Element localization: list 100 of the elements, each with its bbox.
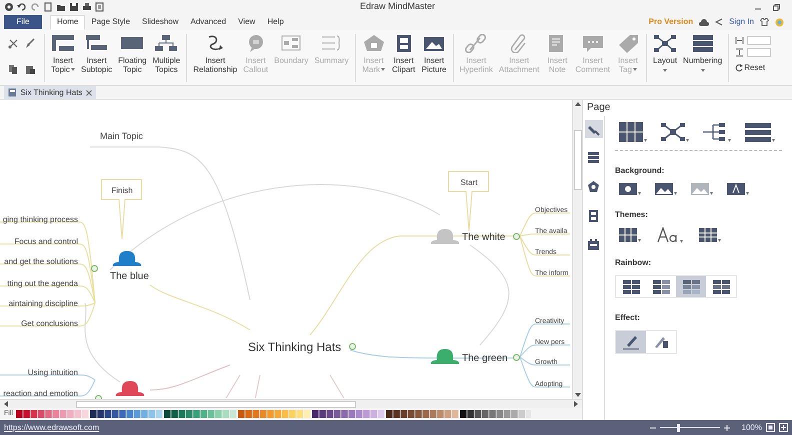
topic-label[interactable]: The white [462,230,506,245]
caret-icon [728,139,731,142]
ribbon-button[interactable]: Insert Picture [420,34,449,74]
badge-icon [587,180,600,194]
style-button[interactable] [619,228,641,242]
caret-icon [680,240,683,243]
topic-label[interactable]: Main Topic [100,130,143,144]
scroll-left-icon[interactable] [4,401,8,407]
caret-icon [746,192,749,195]
panel-title: Page [586,101,612,115]
menu-tab[interactable]: Help [261,14,290,30]
topic-label[interactable]: The blue [110,269,149,284]
caret-icon [644,139,647,142]
horizontal-scrollbar[interactable] [0,399,582,408]
menu-tab[interactable]: Advanced [184,14,232,30]
paste-icon[interactable] [25,64,36,75]
undo-icon[interactable] [17,2,27,12]
share-icon[interactable] [715,18,724,26]
subtopic-label[interactable]: reaction and emotion [3,388,78,399]
side-tab[interactable] [584,120,602,138]
landscape-icon [655,183,673,195]
zoom-slider[interactable] [660,424,720,432]
style-button[interactable] [655,183,677,195]
subtopic-label[interactable]: Get conclusions [21,318,78,330]
style-button[interactable] [703,122,731,142]
topic-label[interactable]: The green [462,351,508,366]
file-button[interactable]: File [4,15,42,29]
caret-icon [718,239,721,242]
scroll-down-icon[interactable] [574,393,580,397]
scissors-icon[interactable] [8,38,19,49]
ribbon-button[interactable]: Insert Subtopic [79,34,114,74]
brush-icon[interactable] [25,38,36,49]
topic-icon [51,34,75,53]
subtopic-label[interactable]: tting out the agenda [7,278,78,290]
boundary-icon [279,34,304,53]
ribbon-button[interactable]: Insert Clipart [390,34,418,74]
subtopic-label[interactable]: ging thinking process [2,214,78,226]
zoom-in-icon[interactable] [724,424,730,430]
style-button[interactable] [661,122,689,142]
menu-tab[interactable]: View [232,14,262,30]
scroll-up-icon[interactable] [574,102,580,106]
zoom-out-icon[interactable] [650,424,656,430]
sign-in-link[interactable]: Sign In [729,16,754,28]
copy-icon[interactable] [8,64,19,75]
ribbon-button[interactable]: Insert Topic [49,34,77,74]
fit-page-icon[interactable] [766,423,775,432]
hand-drawn-icon [653,334,669,350]
subtopic-label[interactable]: Using intuition [28,367,78,379]
subtopic-label[interactable]: and get the solutions [4,256,78,268]
horizontal-spacing-icon [735,36,744,45]
ribbon-button[interactable]: Floating Topic [116,34,149,74]
website-link[interactable]: https://www.edrawsoft.com [4,422,100,434]
text-image-icon [727,183,745,195]
ribbon-button[interactable]: Insert Relationship [191,34,240,74]
style-button[interactable] [657,227,683,243]
menu-tab[interactable]: Page Style [85,14,136,30]
full-screen-icon[interactable] [779,423,788,432]
close-icon[interactable] [86,90,92,96]
callout-text[interactable]: Finish [102,185,142,197]
shirt-icon[interactable] [760,18,769,26]
export-icon[interactable] [95,2,105,12]
style-button[interactable] [727,183,749,195]
ribbon-button[interactable]: Multiple Topics [150,34,182,74]
color-palette[interactable] [16,410,531,418]
cloud-icon[interactable] [699,18,710,26]
document-tab[interactable]: Six Thinking Hats [4,86,96,99]
caret-icon [710,192,713,195]
grid-icon [682,280,700,294]
ribbon-button[interactable]: Numbering [681,34,724,72]
callout-text[interactable]: Start [449,177,489,189]
logo-icon[interactable] [4,2,14,12]
vertical-spacing-icon [735,48,744,57]
subtopic-label[interactable]: aintaining discipline [8,298,78,310]
section-heading: Themes: [615,209,649,221]
print-icon[interactable] [82,2,92,12]
new-file-icon[interactable] [43,2,53,12]
rainbow-option[interactable] [676,276,706,297]
list-icon [745,122,771,142]
document-icon [8,88,16,97]
subtopic-label[interactable]: Focus and control [14,236,78,248]
style-button[interactable] [619,122,647,142]
calendar-icon [587,238,600,252]
restore-icon[interactable] [773,4,780,10]
menu-tab[interactable]: Home [50,14,86,30]
scroll-thumb[interactable] [76,400,356,408]
vertical-scrollbar[interactable] [572,100,582,399]
tree-icon [703,122,727,142]
menu-tab[interactable]: Slideshow [136,14,185,30]
scroll-right-icon[interactable] [574,401,578,407]
save-icon[interactable] [69,2,79,12]
scroll-thumb[interactable] [574,130,582,190]
effect-option[interactable] [616,331,646,353]
reset-button[interactable]: Reset [735,62,772,74]
style-button[interactable] [745,122,775,142]
style-button[interactable] [619,183,641,195]
open-icon[interactable] [56,2,66,12]
ribbon-button[interactable]: Layout [651,34,680,72]
style-button[interactable] [699,228,721,242]
slider-thumb[interactable] [676,424,680,432]
map-grid-icon [619,122,643,142]
